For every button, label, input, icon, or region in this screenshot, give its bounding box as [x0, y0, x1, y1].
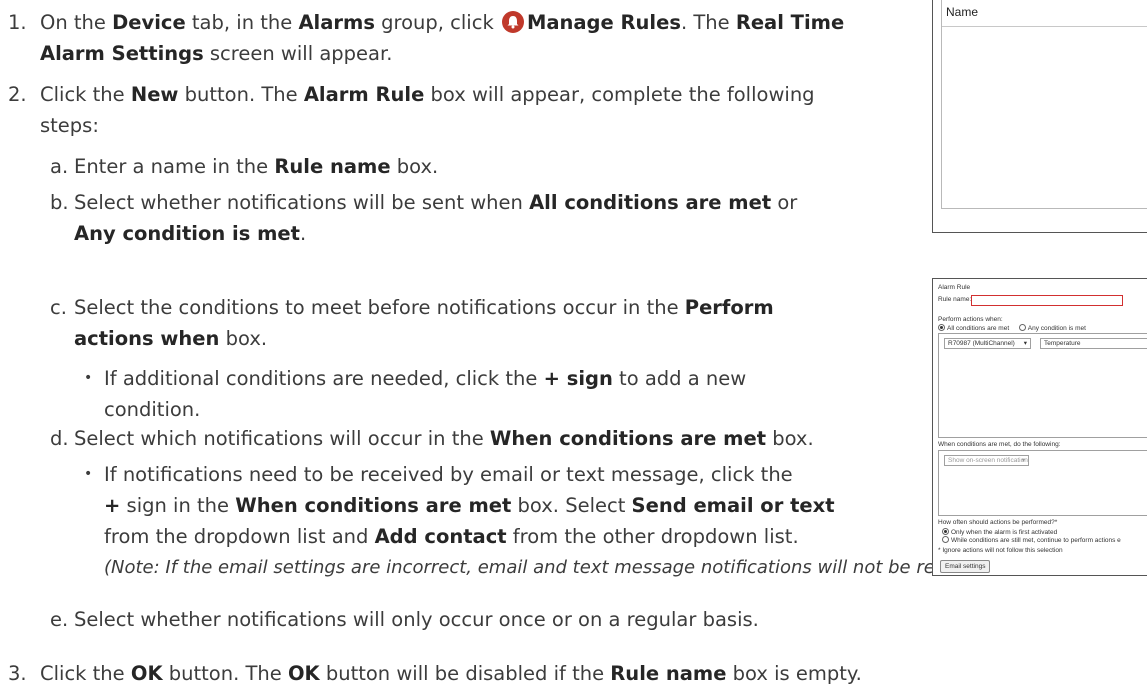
- rule-name-input[interactable]: [971, 295, 1123, 306]
- perform-when-label: Perform actions when:: [938, 316, 1003, 323]
- only-first-radio[interactable]: [942, 528, 949, 535]
- rules-list: Name: [941, 0, 1147, 209]
- step-number: 2.: [8, 83, 27, 106]
- manage-rules-ref: Manage Rules: [526, 11, 681, 34]
- alarm-rule-dialog-screenshot: Alarm Rule Rule name: Perform actions wh…: [932, 278, 1147, 576]
- device-tab-ref: Device: [112, 11, 186, 34]
- step-number: 1.: [8, 11, 27, 34]
- when-met-label: When conditions are met, do the followin…: [938, 441, 1061, 448]
- alarm-settings-ref: Alarm Settings: [40, 42, 204, 65]
- step-number: 3.: [8, 662, 27, 685]
- actions-box: Show on-screen notification ▾: [938, 450, 1147, 516]
- alarm-bell-icon: [501, 11, 524, 33]
- ignore-note: * Ignore actions will not follow this se…: [938, 547, 1063, 554]
- rules-list-screenshot: Name: [932, 0, 1147, 233]
- new-button-ref: New: [130, 83, 179, 106]
- email-note: (Note: If the email settings are incorre…: [104, 557, 1007, 578]
- dialog-title: Alarm Rule: [938, 284, 971, 291]
- alarm-rule-ref: Alarm Rule: [303, 83, 425, 106]
- rule-name-label: Rule name:: [938, 296, 972, 303]
- chevron-down-icon: ▾: [1021, 457, 1025, 464]
- while-met-radio[interactable]: [942, 536, 949, 543]
- alarms-group-ref: Alarms: [298, 11, 375, 34]
- device-select[interactable]: R70987 (MultiChannel) ▾: [944, 338, 1031, 349]
- action-select[interactable]: Show on-screen notification ▾: [944, 455, 1029, 466]
- chevron-down-icon: ▾: [1023, 340, 1027, 347]
- any-condition-radio[interactable]: [1018, 324, 1026, 331]
- all-conditions-radio[interactable]: [938, 324, 945, 331]
- email-settings-button[interactable]: Email settings: [940, 560, 991, 573]
- how-often-label: How often should actions be performed?*: [938, 519, 1058, 526]
- conditions-box: R70987 (MultiChannel) ▾ Temperature: [938, 333, 1147, 438]
- measure-select[interactable]: Temperature: [1040, 338, 1147, 349]
- name-column-header[interactable]: Name: [942, 0, 1147, 27]
